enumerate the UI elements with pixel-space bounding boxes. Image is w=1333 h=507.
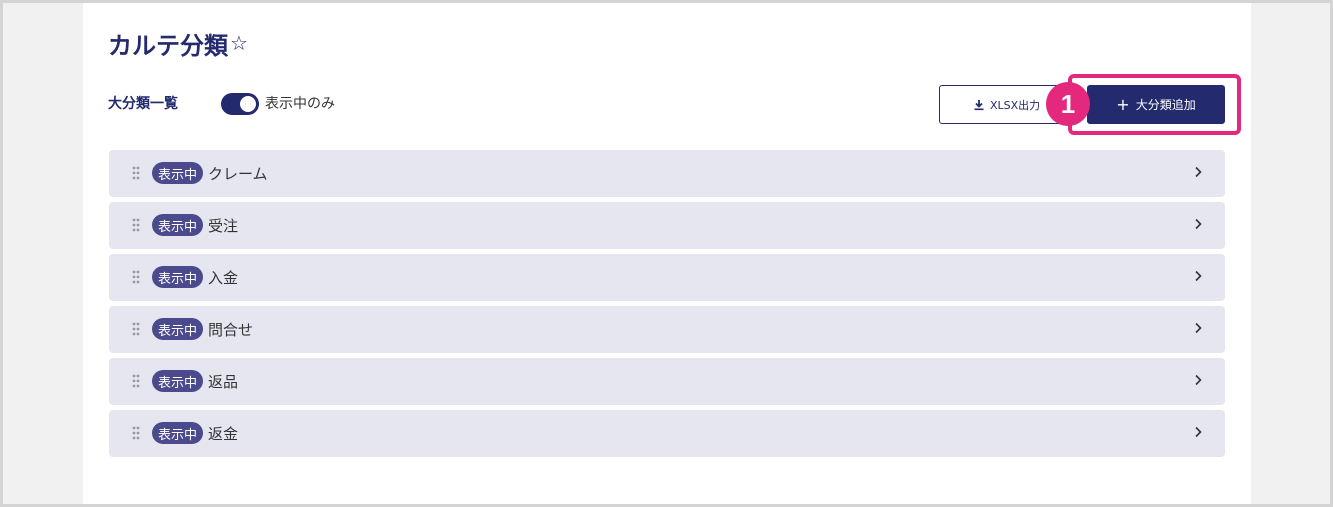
chevron-right-icon	[1195, 374, 1202, 386]
status-badge: 表示中	[152, 162, 204, 184]
category-row[interactable]: 表示中 返金	[109, 410, 1225, 457]
plus-icon: +	[1116, 94, 1130, 114]
status-badge: 表示中	[152, 214, 204, 236]
chevron-right-icon	[1195, 166, 1202, 178]
chevron-right-icon	[1195, 218, 1202, 230]
visible-only-toggle[interactable]	[221, 93, 259, 115]
step-number-badge: 1	[1046, 82, 1090, 126]
list-heading: 大分類一覧	[108, 96, 178, 112]
category-label: クレーム	[208, 164, 268, 183]
page-title-text: カルテ分類	[108, 31, 228, 60]
status-badge: 表示中	[152, 370, 204, 392]
category-row[interactable]: 表示中 クレーム	[109, 150, 1225, 197]
download-icon	[974, 99, 984, 110]
category-label: 受注	[208, 216, 239, 235]
category-row[interactable]: 表示中 返品	[109, 358, 1225, 405]
toggle-label: 表示中のみ	[265, 96, 335, 112]
page-title: カルテ分類 ☆	[108, 28, 248, 60]
category-row[interactable]: 表示中 問合せ	[109, 306, 1225, 353]
category-label: 入金	[208, 268, 239, 287]
drag-handle-icon[interactable]	[132, 270, 140, 284]
category-row[interactable]: 表示中 入金	[109, 254, 1225, 301]
drag-handle-icon[interactable]	[132, 374, 140, 388]
chevron-right-icon	[1195, 322, 1202, 334]
add-category-button[interactable]: + 大分類追加	[1087, 85, 1225, 124]
chevron-right-icon	[1195, 426, 1202, 438]
drag-handle-icon[interactable]	[132, 322, 140, 336]
category-label: 返金	[208, 424, 239, 443]
drag-handle-icon[interactable]	[132, 218, 140, 232]
category-label: 返品	[208, 372, 239, 391]
toggle-knob	[240, 96, 256, 112]
drag-handle-icon[interactable]	[132, 426, 140, 440]
category-list: 表示中 クレーム 表示中 受注 表示中 入金 表示中 問合せ 表示中 返品 表示…	[109, 150, 1225, 462]
status-badge: 表示中	[152, 266, 204, 288]
add-category-label: 大分類追加	[1135, 98, 1196, 112]
star-icon[interactable]: ☆	[230, 31, 248, 55]
status-badge: 表示中	[152, 318, 204, 340]
drag-handle-icon[interactable]	[132, 166, 140, 180]
xlsx-export-label: XLSX出力	[990, 98, 1041, 112]
status-badge: 表示中	[152, 422, 204, 444]
chevron-right-icon	[1195, 270, 1202, 282]
category-row[interactable]: 表示中 受注	[109, 202, 1225, 249]
category-label: 問合せ	[208, 320, 254, 339]
